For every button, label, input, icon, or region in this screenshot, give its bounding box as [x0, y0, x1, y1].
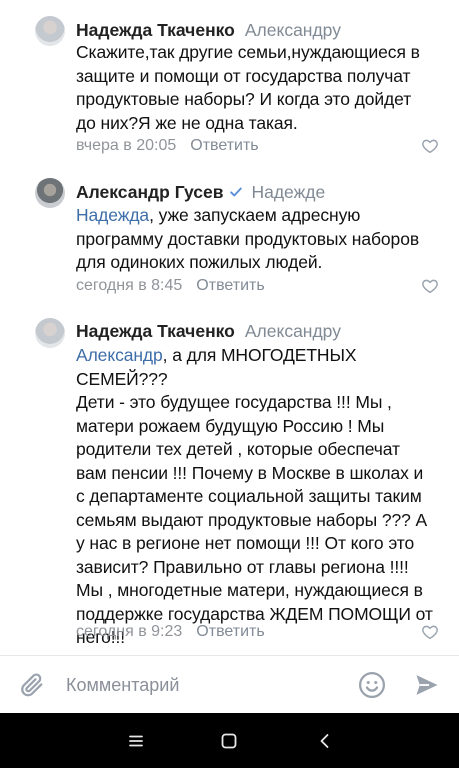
comment-text: Надежда, уже запускаем адресную программ…: [76, 204, 448, 275]
comment-text-line: продуктовые наборы? И когда это дойдет: [76, 89, 412, 109]
comment-text-line: Александр, а для МНОГОДЕТНЫХ СЕМЕЙ???: [76, 344, 448, 391]
comment-text-line: семьям выдают продуктовые наборы ??? А: [76, 509, 428, 530]
reply-button[interactable]: Ответить: [196, 277, 264, 295]
comment-text-line: матери рожаем будущую Россию ! Мы: [76, 415, 385, 436]
comment-text-line: программу доставки продуктовых наборов: [76, 228, 420, 249]
comment-text-line: защите и помощи от государства получат: [76, 65, 411, 86]
author-name[interactable]: Надежда Ткаченко: [76, 20, 235, 41]
comment-header: Надежда Ткаченко Александру: [76, 18, 341, 42]
comment-text-fragment: , уже запускаем адресную: [149, 205, 361, 225]
comment-text-line: до них?Я же не одна такая.: [76, 112, 298, 133]
heart-outline-icon[interactable]: [421, 623, 439, 641]
comment-text-line: Скажите,так другие семьи,нуждающиеся в: [76, 42, 420, 62]
paperclip-icon[interactable]: [18, 671, 46, 699]
menu-icon[interactable]: [125, 730, 147, 752]
comment-date: сегодня в 8:45: [76, 277, 183, 294]
author-name[interactable]: Надежда Ткаченко: [76, 321, 235, 342]
comment-input-bar: [0, 655, 459, 713]
comment-text-line: Надежда, уже запускаем адресную: [76, 204, 448, 228]
comment-date: вчера в 20:05: [76, 137, 177, 154]
comment-header: Надежда Ткаченко Александру: [76, 319, 341, 343]
smiley-icon[interactable]: [357, 670, 387, 700]
comment-text: Скажите,так другие семьи,нуждающиеся в з…: [76, 41, 448, 135]
comment-input[interactable]: [66, 668, 346, 702]
comment-date: сегодня в 9:23: [76, 623, 183, 640]
avatar[interactable]: [35, 178, 65, 208]
reply-button[interactable]: Ответить: [196, 623, 264, 641]
comment-meta: вчера в 20:05 Ответить: [76, 135, 259, 157]
comment-text-line: зависит? Правильно от главы региона !!!!: [76, 556, 409, 577]
comment-meta: сегодня в 8:45 Ответить: [76, 275, 265, 297]
back-icon[interactable]: [314, 730, 336, 752]
comment-text-line: вам пенсии !!! Почему в Москве в школах …: [76, 462, 424, 483]
comment-text-line: Мы , многодетные матери, нуждающиеся в: [76, 580, 423, 600]
avatar[interactable]: [35, 16, 65, 46]
comment-text-line: родители тех детей , которые обеспечат: [76, 439, 400, 459]
author-name[interactable]: Александр Гусев: [76, 182, 223, 203]
comment-text-line: с департаменте социальной защиты таким: [76, 486, 422, 506]
mention-link[interactable]: Александр: [76, 345, 163, 365]
comment-meta: сегодня в 9:23 Ответить: [76, 621, 265, 643]
reply-button[interactable]: Ответить: [190, 137, 258, 155]
comment-text-line: для одиноких пожилых людей.: [76, 252, 323, 272]
avatar[interactable]: [35, 318, 65, 348]
system-navigation-bar: [0, 713, 459, 768]
home-square-icon[interactable]: [218, 730, 240, 752]
comment-header: Александр Гусев Надежде: [76, 180, 325, 204]
comment-text-line: у нас в регионе нет помощи !!! От кого э…: [76, 533, 415, 553]
comment-text-line: Дети - это будущее государства !!! Мы ,: [76, 392, 392, 412]
reply-to-name[interactable]: Надежде: [251, 182, 325, 203]
send-icon[interactable]: [412, 671, 442, 699]
verified-check-icon: [230, 187, 243, 197]
comment-text: Александр, а для МНОГОДЕТНЫХ СЕМЕЙ??? Де…: [76, 344, 448, 650]
mention-link[interactable]: Надежда: [76, 205, 149, 225]
reply-to-name[interactable]: Александру: [245, 20, 341, 41]
reply-to-name[interactable]: Александру: [245, 321, 341, 342]
heart-outline-icon[interactable]: [421, 277, 439, 295]
comments-list: Надежда Ткаченко Александру Скажите,так …: [0, 0, 459, 655]
heart-outline-icon[interactable]: [421, 137, 439, 155]
